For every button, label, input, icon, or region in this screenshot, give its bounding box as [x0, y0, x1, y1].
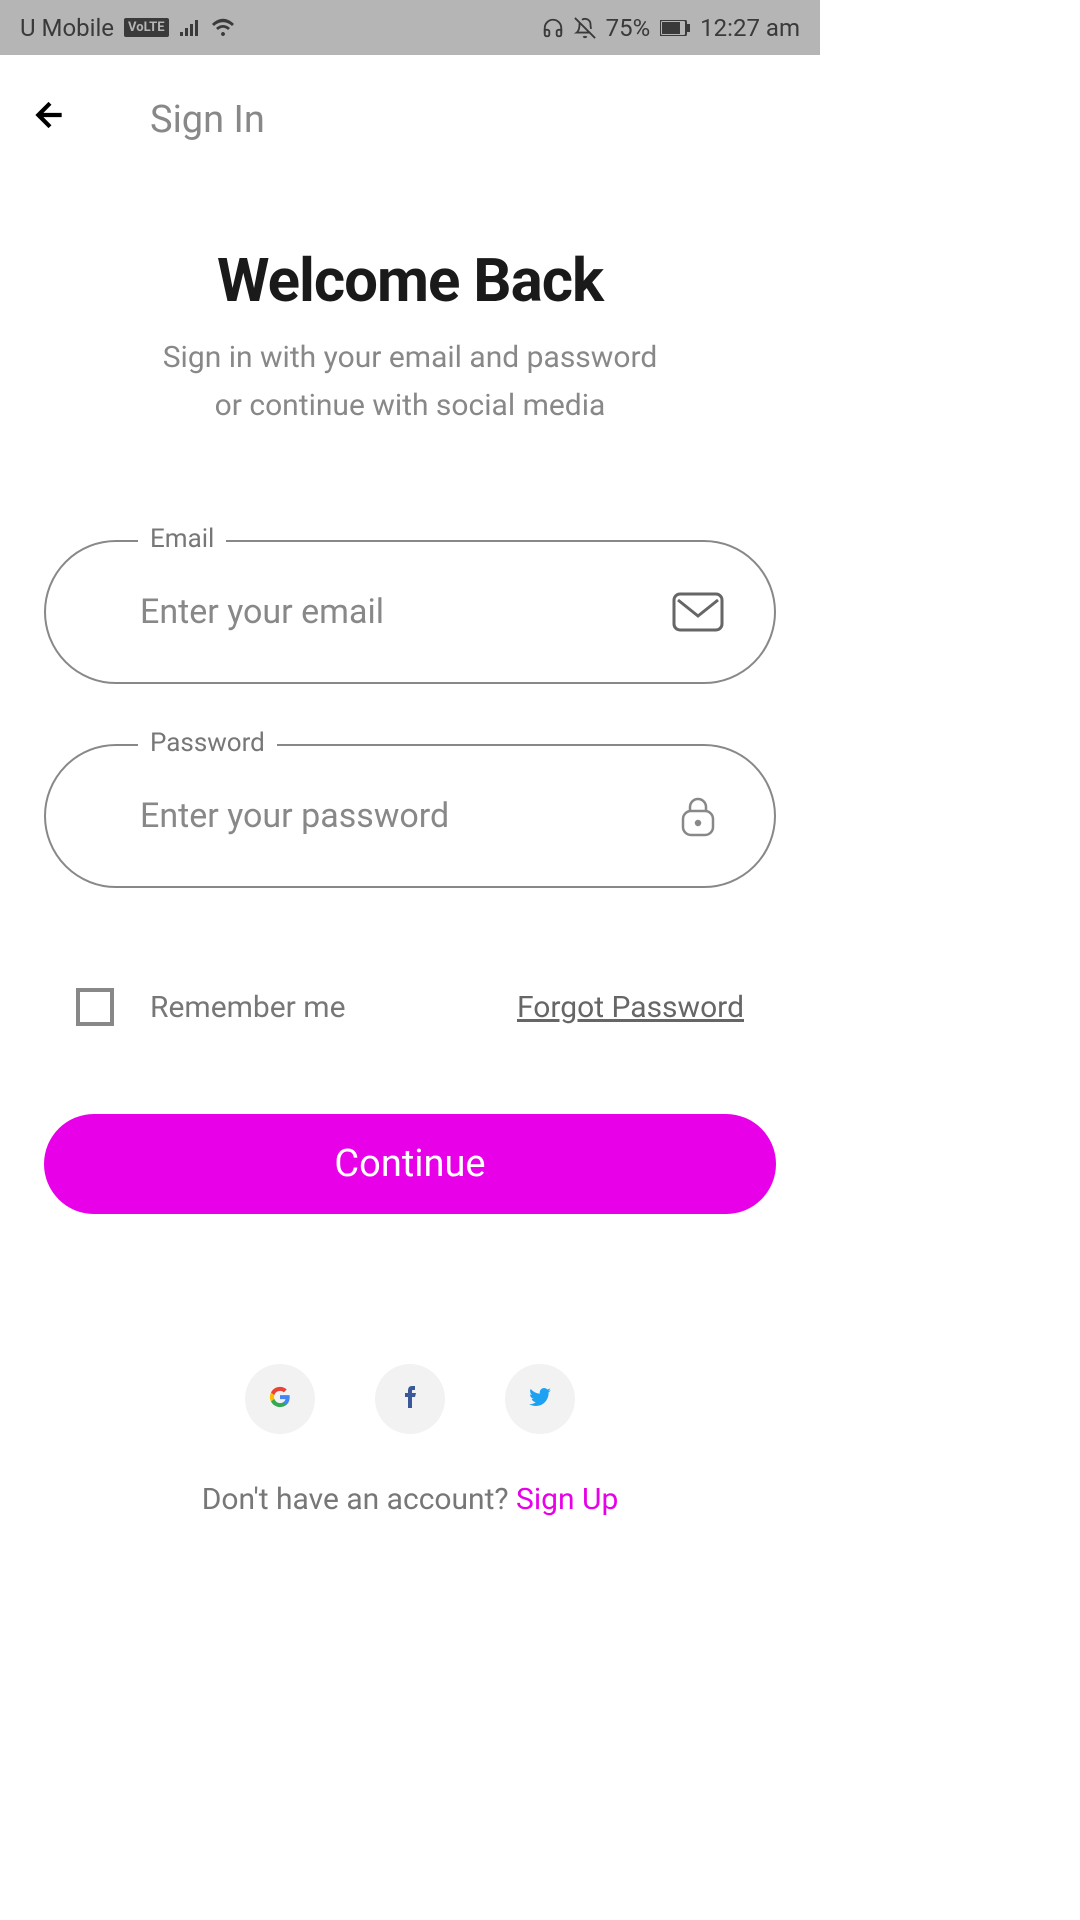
lock-icon — [672, 796, 724, 836]
password-input-container[interactable] — [44, 744, 776, 888]
battery-label: 75% — [606, 14, 651, 42]
password-field-wrapper: Password — [44, 744, 776, 888]
signup-row: Don't have an account? Sign Up — [44, 1482, 776, 1517]
signal-icon — [179, 18, 201, 38]
options-row: Remember me Forgot Password — [44, 988, 776, 1026]
social-buttons-row — [44, 1364, 776, 1434]
remember-checkbox[interactable] — [76, 988, 114, 1026]
email-input[interactable] — [140, 592, 672, 632]
main-content: Welcome Back Sign in with your email and… — [0, 245, 820, 1517]
twitter-icon — [529, 1388, 551, 1410]
volte-badge: VoLTE — [124, 18, 169, 37]
page-title: Sign In — [150, 98, 265, 142]
back-icon[interactable] — [30, 95, 70, 145]
mail-icon — [672, 592, 724, 632]
status-bar: U Mobile VoLTE 75% 12:27 am — [0, 0, 820, 55]
app-bar: Sign In — [0, 55, 820, 165]
welcome-subtitle: Sign in with your email and password or … — [44, 334, 776, 430]
signup-link[interactable]: Sign Up — [516, 1482, 618, 1517]
remember-me-wrapper[interactable]: Remember me — [76, 988, 346, 1026]
google-signin-button[interactable] — [245, 1364, 315, 1434]
wifi-icon — [211, 18, 235, 38]
password-input[interactable] — [140, 796, 672, 836]
no-account-label: Don't have an account? — [202, 1482, 516, 1517]
battery-icon — [660, 20, 690, 36]
time-label: 12:27 am — [700, 14, 800, 42]
forgot-password-link[interactable]: Forgot Password — [517, 990, 744, 1025]
twitter-signin-button[interactable] — [505, 1364, 575, 1434]
status-left: U Mobile VoLTE — [20, 14, 235, 42]
google-icon — [269, 1386, 291, 1412]
email-input-container[interactable] — [44, 540, 776, 684]
status-right: 75% 12:27 am — [542, 14, 800, 42]
headphones-icon — [542, 17, 564, 39]
continue-button[interactable]: Continue — [44, 1114, 776, 1214]
email-label: Email — [138, 524, 226, 554]
carrier-label: U Mobile — [20, 14, 114, 42]
facebook-signin-button[interactable] — [375, 1364, 445, 1434]
email-field-wrapper: Email — [44, 540, 776, 684]
password-label: Password — [138, 728, 277, 758]
facebook-icon — [404, 1386, 416, 1412]
remember-label: Remember me — [150, 990, 346, 1025]
welcome-title: Welcome Back — [44, 245, 776, 316]
mute-icon — [574, 17, 596, 39]
